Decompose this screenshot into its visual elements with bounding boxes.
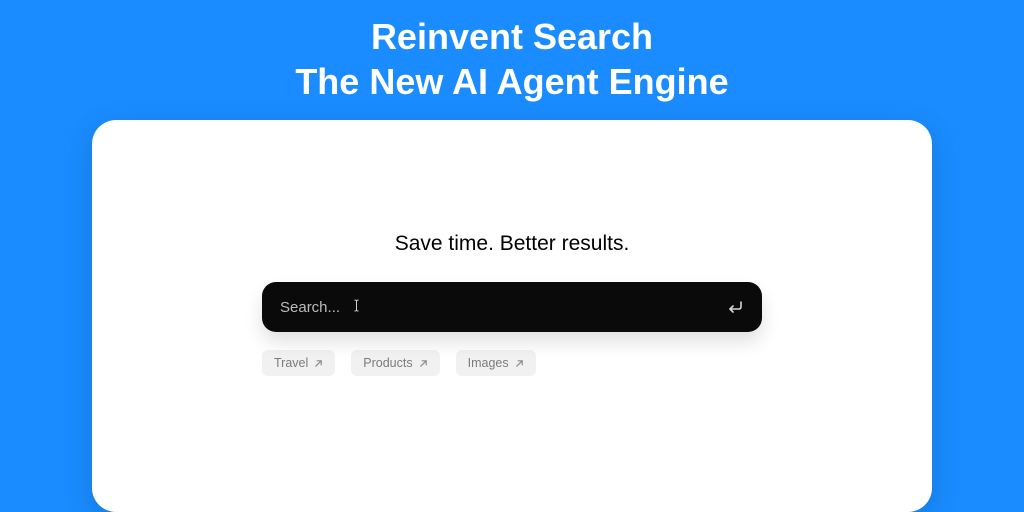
search-input[interactable] (280, 299, 726, 316)
search-container: Travel Products Images (262, 282, 762, 376)
search-bar[interactable] (262, 282, 762, 332)
chip-label: Products (363, 356, 412, 370)
chip-products[interactable]: Products (351, 350, 439, 376)
hero-line-1: Reinvent Search (0, 14, 1024, 59)
category-chips: Travel Products Images (262, 350, 762, 376)
chip-label: Images (468, 356, 509, 370)
arrow-up-right-icon (419, 359, 428, 368)
chip-travel[interactable]: Travel (262, 350, 335, 376)
chip-images[interactable]: Images (456, 350, 536, 376)
hero-line-2: The New AI Agent Engine (0, 59, 1024, 104)
arrow-up-right-icon (515, 359, 524, 368)
enter-icon[interactable] (726, 300, 744, 314)
main-card: Save time. Better results. (92, 120, 932, 512)
arrow-up-right-icon (314, 359, 323, 368)
tagline-text: Save time. Better results. (132, 232, 892, 256)
hero-title: Reinvent Search The New AI Agent Engine (0, 0, 1024, 104)
chip-label: Travel (274, 356, 308, 370)
